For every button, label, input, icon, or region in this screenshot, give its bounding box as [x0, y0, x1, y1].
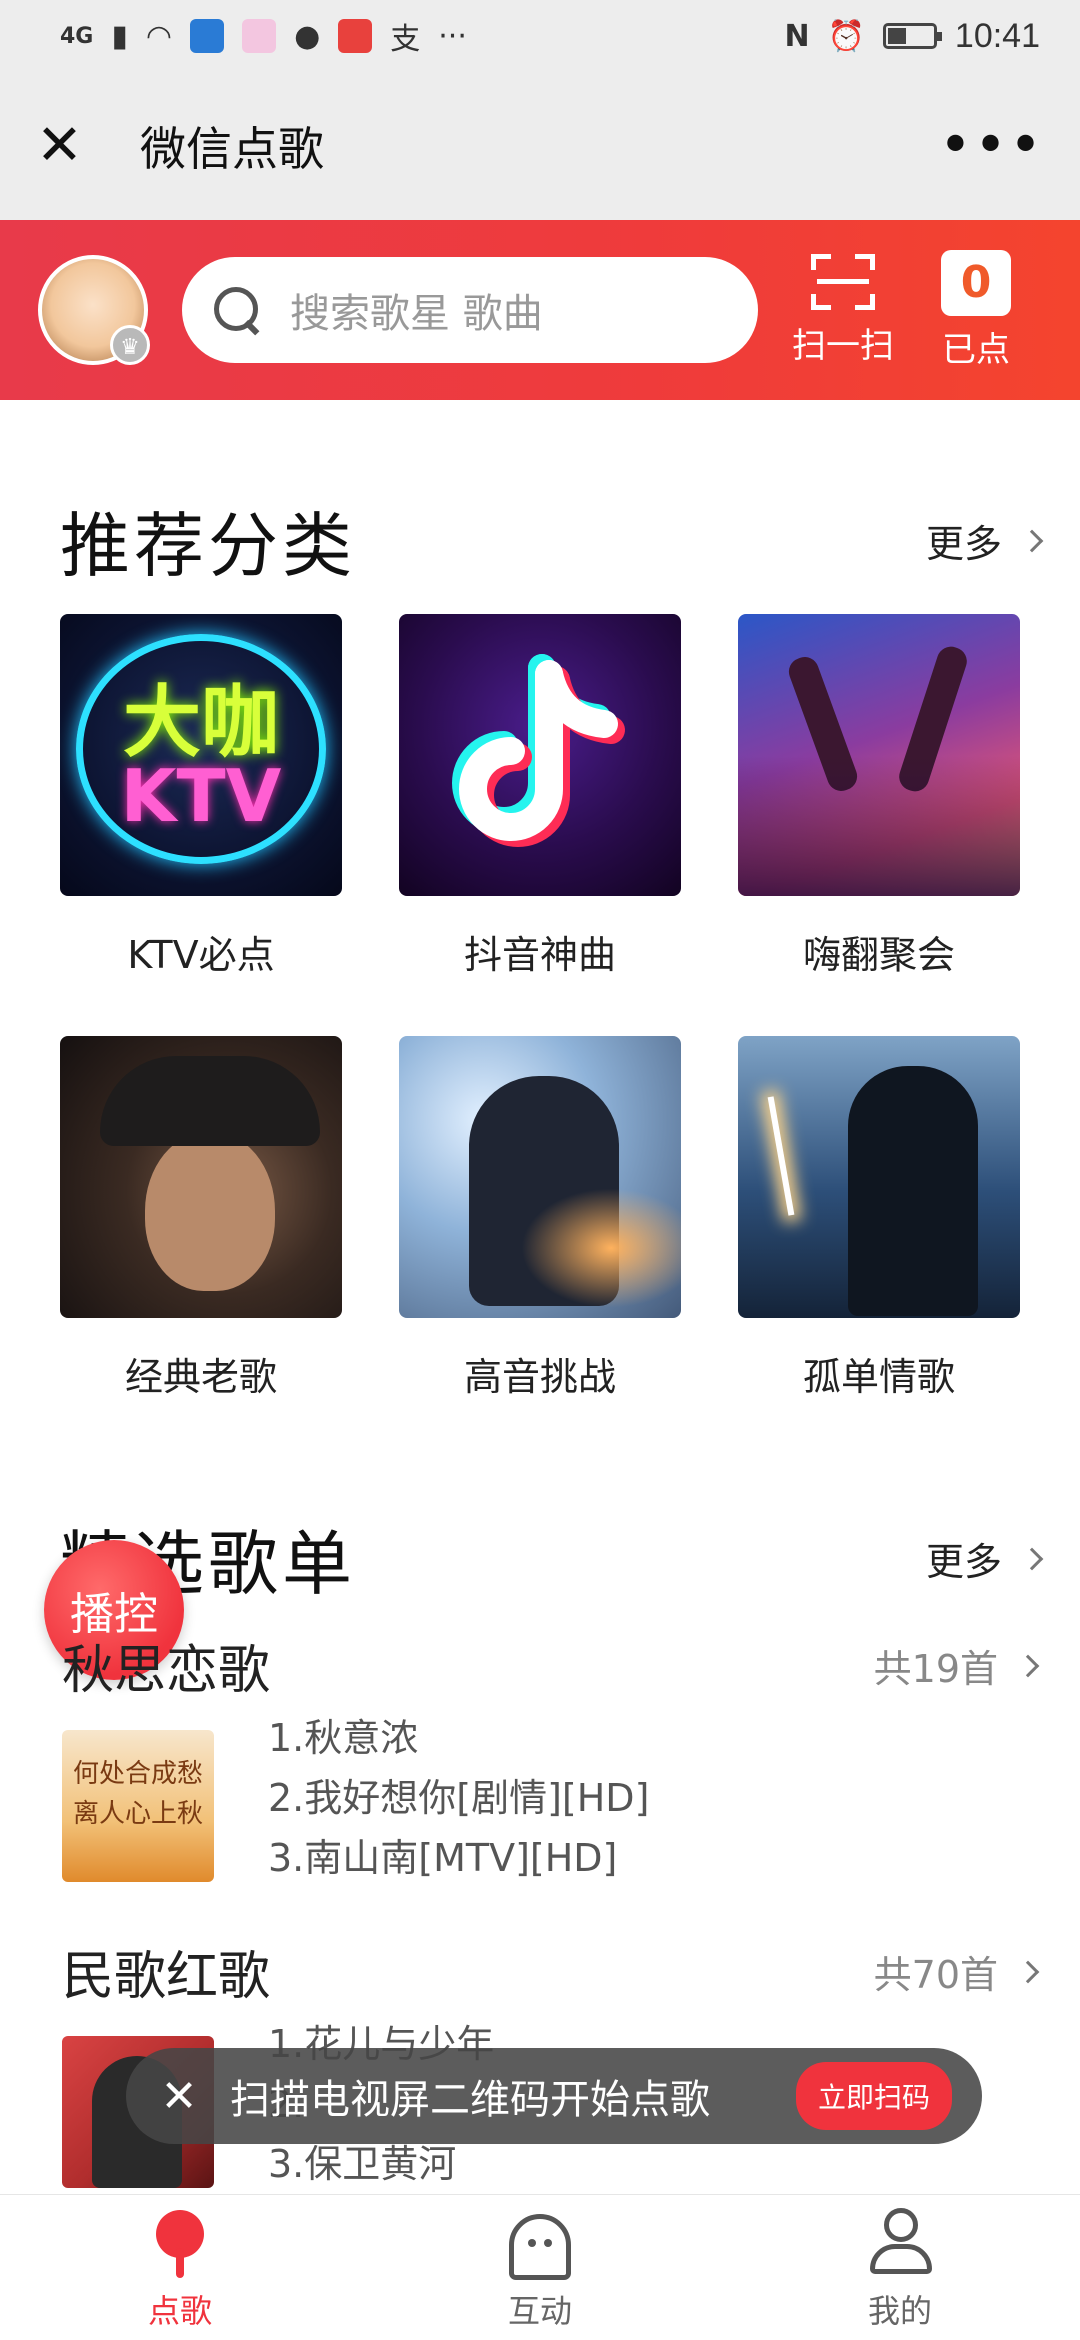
category-thumbnail: 大咖 KTV [60, 614, 342, 896]
tab-mine[interactable]: 我的 [720, 2195, 1080, 2340]
search-icon [212, 285, 262, 335]
count-label: 共70首 [873, 1953, 998, 1997]
playlist-song-list: 1.秋意浓 2.我好想你[剧情][HD] 3.南山南[MTV][HD] [268, 1708, 649, 1888]
category-label: 嗨翻聚会 [802, 933, 955, 977]
category-ktv[interactable]: 大咖 KTV KTV必点 [60, 614, 342, 979]
section-title: 推荐分类 [60, 505, 356, 587]
category-thumbnail [738, 1036, 1020, 1318]
more-label: 更多 [925, 1540, 1002, 1584]
selected-section-header: 精选歌单 更多 [60, 1508, 1044, 1609]
category-thumbnail [738, 614, 1020, 896]
scan-now-button[interactable]: 立即扫码 [795, 2062, 952, 2130]
tab-label: 点歌 [147, 2292, 212, 2330]
search-placeholder: 搜索歌星 歌曲 [290, 291, 543, 337]
song-item[interactable]: 1.秋意浓 [268, 1708, 649, 1768]
recommended-more-link[interactable]: 更多 [925, 513, 1044, 568]
bottom-tab-bar: 点歌 互动 我的 [0, 2194, 1080, 2340]
scan-icon [811, 253, 875, 310]
category-thumbnail [60, 1036, 342, 1318]
search-header: ♛ 搜索歌星 歌曲 扫一扫 0 已点 [0, 220, 1080, 400]
more-notifications-icon: ··· [438, 18, 467, 54]
battery-icon [882, 23, 942, 49]
playlist-title: 秋思恋歌 [62, 1641, 271, 1701]
mini-program-titlebar: ✕ 微信点歌 ••• [0, 72, 1080, 220]
selected-more-link[interactable]: 更多 [925, 1531, 1044, 1586]
category-lonely[interactable]: 孤单情歌 [738, 1036, 1020, 1401]
tab-label: 我的 [867, 2292, 932, 2330]
scan-button[interactable]: 扫一扫 [788, 253, 898, 367]
category-party[interactable]: 嗨翻聚会 [738, 614, 1020, 979]
chevron-right-icon [1020, 529, 1044, 552]
chevron-right-icon [1016, 1654, 1040, 1677]
status-time: 10:41 [954, 16, 1040, 55]
tab-interact[interactable]: 互动 [360, 2195, 720, 2340]
network-indicator: 4G [60, 23, 94, 49]
category-label: 高音挑战 [463, 1355, 616, 1399]
profile-icon [864, 2208, 936, 2280]
crown-icon: ♛ [110, 325, 150, 365]
category-label: 经典老歌 [124, 1355, 277, 1399]
search-input[interactable]: 搜索歌星 歌曲 [182, 257, 758, 363]
category-label: 抖音神曲 [463, 933, 616, 977]
playlist-count: 共19首 [873, 1638, 1040, 1693]
alipay-icon: 支 [390, 22, 421, 57]
close-icon[interactable]: ✕ [36, 118, 96, 174]
avatar[interactable]: ♛ [38, 255, 150, 365]
category-thumbnail [399, 614, 681, 896]
huawei-notification-icon [338, 19, 373, 53]
more-label: 更多 [925, 522, 1002, 566]
ordered-label: 已点 [942, 329, 1010, 370]
signal-icon: ▮ [111, 18, 128, 54]
category-label: 孤单情歌 [802, 1355, 955, 1399]
playlist-count: 共70首 [873, 1944, 1040, 1999]
alarm-icon: ⏰ [827, 18, 865, 54]
photos-notification-icon [242, 19, 277, 53]
tab-song-request[interactable]: 点歌 [0, 2195, 360, 2340]
ordered-count-badge: 0 [941, 249, 1011, 316]
nfc-icon: N [784, 18, 810, 54]
category-high-pitch[interactable]: 高音挑战 [399, 1036, 681, 1401]
ordered-songs-button[interactable]: 0 已点 [936, 249, 1016, 371]
neon-art-text: KTV [120, 754, 282, 838]
status-bar: 4G ▮ ◠ ● 支 ··· N ⏰ 10:41 [0, 0, 1080, 72]
playlist-header[interactable]: 秋思恋歌 共19首 [62, 1628, 1040, 1703]
qq-icon: ● [294, 18, 321, 54]
cover-text: 何处合成愁 离人心上秋 [72, 1759, 203, 1829]
scan-label: 扫一扫 [792, 325, 894, 366]
close-icon[interactable]: ✕ [154, 2071, 204, 2122]
recommended-section-header: 推荐分类 更多 [60, 490, 1044, 591]
more-menu-icon[interactable]: ••• [939, 118, 1044, 174]
category-thumbnail [399, 1036, 681, 1318]
category-classic[interactable]: 经典老歌 [60, 1036, 342, 1401]
page-title: 微信点歌 [140, 122, 324, 176]
app-notification-icon [190, 19, 225, 53]
tab-label: 互动 [507, 2292, 572, 2330]
category-douyin[interactable]: 抖音神曲 [399, 614, 681, 979]
song-item[interactable]: 3.南山南[MTV][HD] [268, 1828, 649, 1888]
chevron-right-icon [1020, 1547, 1044, 1570]
ghost-icon [509, 2214, 571, 2280]
scan-tv-toast: ✕ 扫描电视屏二维码开始点歌 立即扫码 [126, 2048, 982, 2144]
toast-text: 扫描电视屏二维码开始点歌 [230, 2077, 710, 2123]
mic-icon [144, 2208, 216, 2280]
count-label: 共19首 [873, 1647, 998, 1691]
song-item[interactable]: 2.我好想你[剧情][HD] [268, 1768, 649, 1828]
playlist-header[interactable]: 民歌红歌 共70首 [62, 1934, 1040, 2009]
wifi-icon: ◠ [145, 18, 173, 54]
playlist-title: 民歌红歌 [62, 1947, 271, 2007]
chevron-right-icon [1016, 1960, 1040, 1983]
category-label: KTV必点 [127, 933, 275, 977]
tiktok-logo-icon [452, 654, 625, 847]
playlist-cover[interactable]: 何处合成愁 离人心上秋 [62, 1730, 214, 1882]
